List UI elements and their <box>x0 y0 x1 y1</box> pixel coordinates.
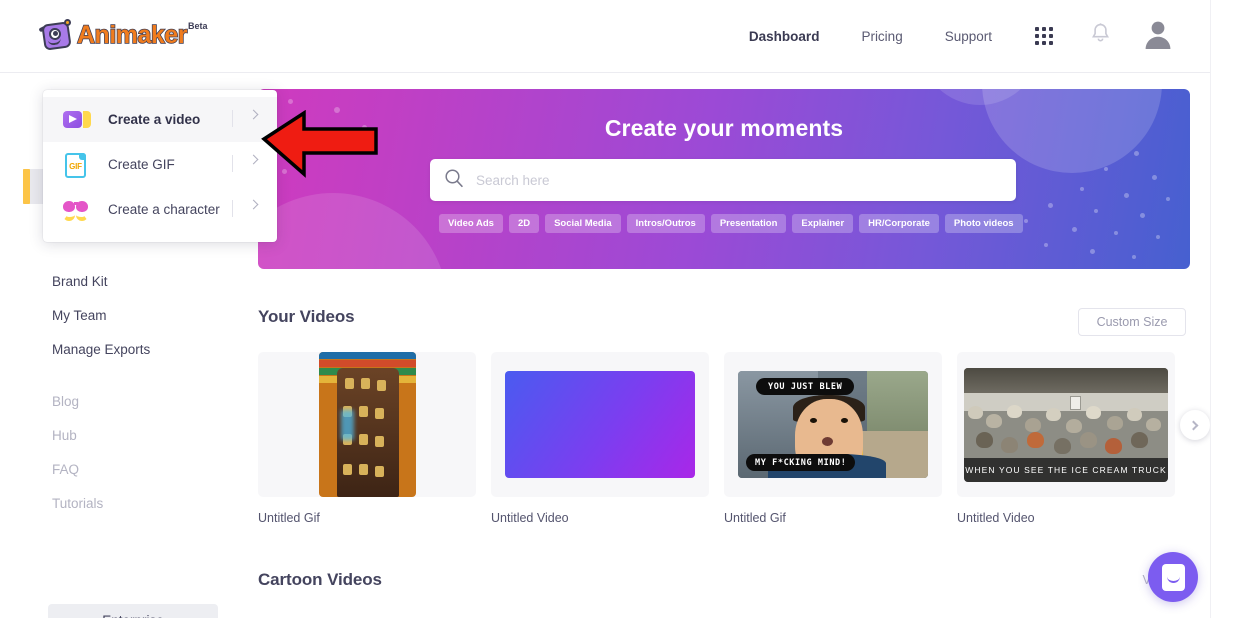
gif-file-icon: GIF <box>62 151 92 179</box>
chevron-right-icon <box>249 200 259 210</box>
chat-bubble-smile-icon <box>1162 564 1185 591</box>
tag-video-ads[interactable]: Video Ads <box>439 214 503 233</box>
video-card[interactable]: YOU JUST BLEW MY F*CKING MIND! Untitled … <box>724 352 942 525</box>
character-sunglasses-mustache-icon <box>62 196 92 224</box>
user-avatar-icon[interactable] <box>1142 18 1174 55</box>
sidebar-item-my-team[interactable]: My Team <box>52 308 107 323</box>
video-card-title: Untitled Gif <box>724 511 942 525</box>
video-card-title: Untitled Gif <box>258 511 476 525</box>
video-thumbnail[interactable] <box>258 352 476 497</box>
prayer-wheel-photo-icon <box>319 352 416 497</box>
nav-link-dashboard[interactable]: Dashboard <box>728 29 841 44</box>
video-card[interactable]: Untitled Video <box>491 352 709 525</box>
tag-2d[interactable]: 2D <box>509 214 539 233</box>
custom-size-button[interactable]: Custom Size <box>1078 308 1186 336</box>
sidebar-active-indicator <box>23 169 30 204</box>
video-camera-icon <box>62 106 92 134</box>
meme-caption-top: YOU JUST BLEW <box>756 378 854 395</box>
tag-explainer[interactable]: Explainer <box>792 214 853 233</box>
vertical-scrollbar-track[interactable] <box>1212 0 1222 618</box>
enterprise-button[interactable]: Enterprise <box>48 604 218 618</box>
video-card-title: Untitled Video <box>957 511 1175 525</box>
dropdown-item-label: Create GIF <box>108 157 175 172</box>
tag-presentation[interactable]: Presentation <box>711 214 787 233</box>
section-title-your-videos: Your Videos <box>258 307 355 327</box>
chevron-right-icon <box>249 110 259 120</box>
search-icon <box>444 168 464 193</box>
video-card[interactable]: WHEN YOU SEE THE ICE CREAM TRUCK Untitle… <box>957 352 1175 525</box>
tag-intros-outros[interactable]: Intros/Outros <box>627 214 705 233</box>
search-input-placeholder[interactable]: Search here <box>476 173 550 188</box>
sidebar-item-brand-kit[interactable]: Brand Kit <box>52 274 108 289</box>
dropdown-item-create-gif[interactable]: GIF Create GIF <box>43 142 277 187</box>
apps-grid-icon[interactable] <box>1035 27 1053 45</box>
sidebar-item-blog[interactable]: Blog <box>52 394 79 409</box>
dropdown-item-create-a-video[interactable]: Create a video <box>43 97 277 142</box>
chevron-right-icon <box>249 155 259 165</box>
tag-photo-videos[interactable]: Photo videos <box>945 214 1023 233</box>
meme-caption-bottom: MY F*CKING MIND! <box>746 454 855 471</box>
animaker-dashboard-page: Animaker Beta Dashboard Pricing Support <box>0 0 1254 618</box>
your-videos-card-list: Untitled Gif Untitled Video <box>258 352 1175 525</box>
dropdown-item-create-a-character[interactable]: Create a character <box>43 187 277 232</box>
hero-banner: Create your moments Search here Video Ad… <box>258 89 1190 269</box>
sidebar-item-manage-exports[interactable]: Manage Exports <box>52 342 150 357</box>
nav-link-support[interactable]: Support <box>924 29 1013 44</box>
animaker-mascot-logo-icon <box>40 20 74 52</box>
video-thumbnail[interactable]: YOU JUST BLEW MY F*CKING MIND! <box>724 352 942 497</box>
tag-hr-corporate[interactable]: HR/Corporate <box>859 214 939 233</box>
chevron-right-icon <box>1189 420 1199 430</box>
banner-decor-circle-3 <box>258 193 448 269</box>
header-nav: Dashboard Pricing Support <box>728 0 1180 72</box>
bell-icon[interactable] <box>1091 23 1110 49</box>
main-content: Create your moments Search here Video Ad… <box>242 73 1210 618</box>
banner-decor-dots-left <box>278 99 388 199</box>
tag-social-media[interactable]: Social Media <box>545 214 621 233</box>
animaker-logo[interactable]: Animaker Beta <box>40 20 207 52</box>
top-header: Animaker Beta Dashboard Pricing Support <box>0 0 1210 73</box>
video-thumbnail[interactable] <box>491 352 709 497</box>
banner-tag-list: Video Ads 2D Social Media Intros/Outros … <box>439 214 1023 233</box>
crowd-photo-icon: WHEN YOU SEE THE ICE CREAM TRUCK <box>964 368 1168 482</box>
dropdown-item-label: Create a character <box>108 202 220 217</box>
section-title-cartoon-videos: Cartoon Videos <box>258 570 382 590</box>
video-card-title: Untitled Video <box>491 511 709 525</box>
search-bar[interactable]: Search here <box>430 159 1016 201</box>
dropdown-item-label: Create a video <box>108 112 200 127</box>
video-card[interactable]: Untitled Gif <box>258 352 476 525</box>
purple-blue-gradient-icon <box>505 371 695 478</box>
sidebar-item-tutorials[interactable]: Tutorials <box>52 496 103 511</box>
create-dropdown-menu: Create a video GIF Create GIF Create a c… <box>43 90 277 242</box>
carousel-next-button[interactable] <box>1180 410 1210 440</box>
logo-beta-badge: Beta <box>188 21 208 31</box>
crowd-caption-bottom: WHEN YOU SEE THE ICE CREAM TRUCK <box>964 458 1168 482</box>
sidebar-item-faq[interactable]: FAQ <box>52 462 79 477</box>
nav-link-pricing[interactable]: Pricing <box>840 29 923 44</box>
video-thumbnail[interactable]: WHEN YOU SEE THE ICE CREAM TRUCK <box>957 352 1175 497</box>
meme-boy-icon: YOU JUST BLEW MY F*CKING MIND! <box>738 371 928 478</box>
chat-support-button[interactable] <box>1148 552 1198 602</box>
sidebar-item-hub[interactable]: Hub <box>52 428 77 443</box>
banner-title: Create your moments <box>258 115 1190 142</box>
logo-wordmark: Animaker <box>77 20 187 50</box>
